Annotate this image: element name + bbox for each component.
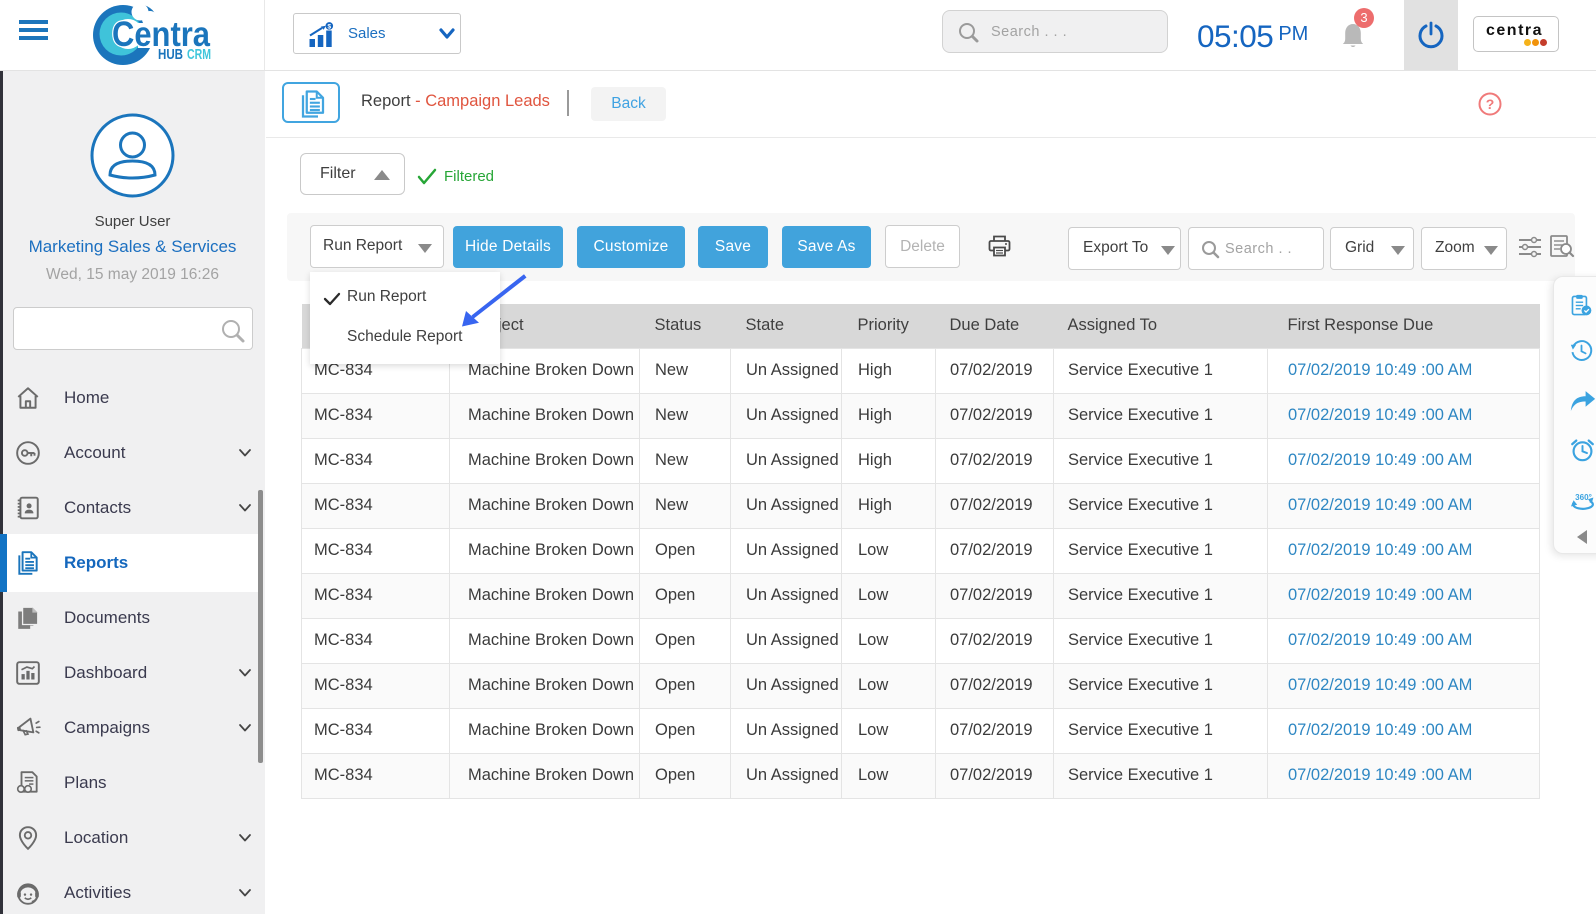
svg-text:HUB: HUB — [158, 47, 183, 63]
svg-text:?: ? — [1486, 96, 1495, 112]
svg-text:CRM: CRM — [187, 47, 211, 63]
svg-text:$: $ — [327, 23, 331, 30]
